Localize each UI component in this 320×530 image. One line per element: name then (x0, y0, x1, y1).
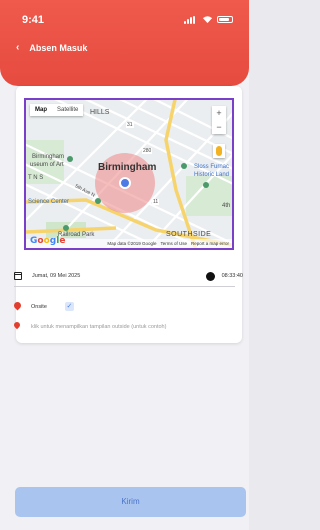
map-label: T N S (28, 175, 44, 181)
wifi-icon (202, 16, 213, 24)
clock-icon (206, 272, 215, 281)
outside-hint: klik untuk menampilkan tampilan outside … (31, 323, 167, 330)
status-icons (184, 15, 233, 24)
submit-button[interactable]: Kirim (15, 487, 246, 517)
signal-icon (184, 15, 198, 24)
page-title: Absen Masuk (29, 42, 88, 53)
zoom-out-button[interactable]: − (212, 120, 226, 134)
map-label: useum of Art (30, 162, 64, 168)
zoom-control: + − (212, 106, 226, 134)
google-logo: Google (30, 236, 66, 246)
onsite-checkbox[interactable]: ✓ (64, 302, 74, 311)
status-bar: 9:41 (0, 0, 249, 34)
phone-screen: 9:41 ‹ Absen Masuk HILLS Birmingham useu… (0, 0, 249, 530)
location-pin-icon (14, 302, 21, 311)
map-report-link[interactable]: Report a map error (191, 241, 229, 246)
outside-hint-row[interactable]: klik untuk menampilkan tampilan outside … (14, 322, 166, 331)
map-label-city: Birmingham (98, 162, 157, 173)
map-terms-link[interactable]: Terms of Use (160, 241, 187, 246)
onsite-label: Onsite (31, 303, 47, 310)
tab-map[interactable]: Map (30, 104, 52, 116)
map-label: 11 (152, 199, 160, 205)
map-label: Sloss Furnac (194, 164, 230, 170)
map-type-tabs: Map Satellite (30, 104, 84, 116)
battery-icon (217, 16, 233, 23)
map-label: 280 (142, 148, 153, 154)
date-text: Jumat, 09 Mei 2025 (32, 273, 81, 279)
date-row: Jumat, 09 Mei 2025 (14, 272, 80, 280)
map-label: Science Center (28, 199, 70, 205)
map-label: Historic Land (194, 172, 230, 178)
nav-bar: ‹ Absen Masuk (16, 42, 87, 53)
back-button[interactable]: ‹ (16, 42, 19, 53)
map-copyright: Map data ©2019 Google (107, 241, 157, 246)
map-label: 31 (126, 122, 134, 128)
tab-satellite[interactable]: Satellite (52, 104, 83, 116)
map-label: SOUTHSIDE (166, 231, 212, 238)
divider (14, 286, 235, 287)
status-time: 9:41 (22, 14, 45, 26)
zoom-in-button[interactable]: + (212, 106, 226, 120)
location-pin-icon (14, 322, 21, 331)
header: 9:41 ‹ Absen Masuk (0, 0, 249, 86)
map-label: Birmingham (32, 154, 65, 160)
map-label: HILLS (90, 109, 110, 116)
map-label: 4th (222, 203, 231, 209)
time-text: 08:33:40 (221, 273, 243, 279)
onsite-row: Onsite ✓ (14, 302, 74, 311)
calendar-icon (14, 272, 22, 280)
map-view[interactable]: HILLS Birmingham useum of Art Birmingham… (24, 98, 234, 250)
pegman-icon[interactable] (213, 144, 225, 158)
